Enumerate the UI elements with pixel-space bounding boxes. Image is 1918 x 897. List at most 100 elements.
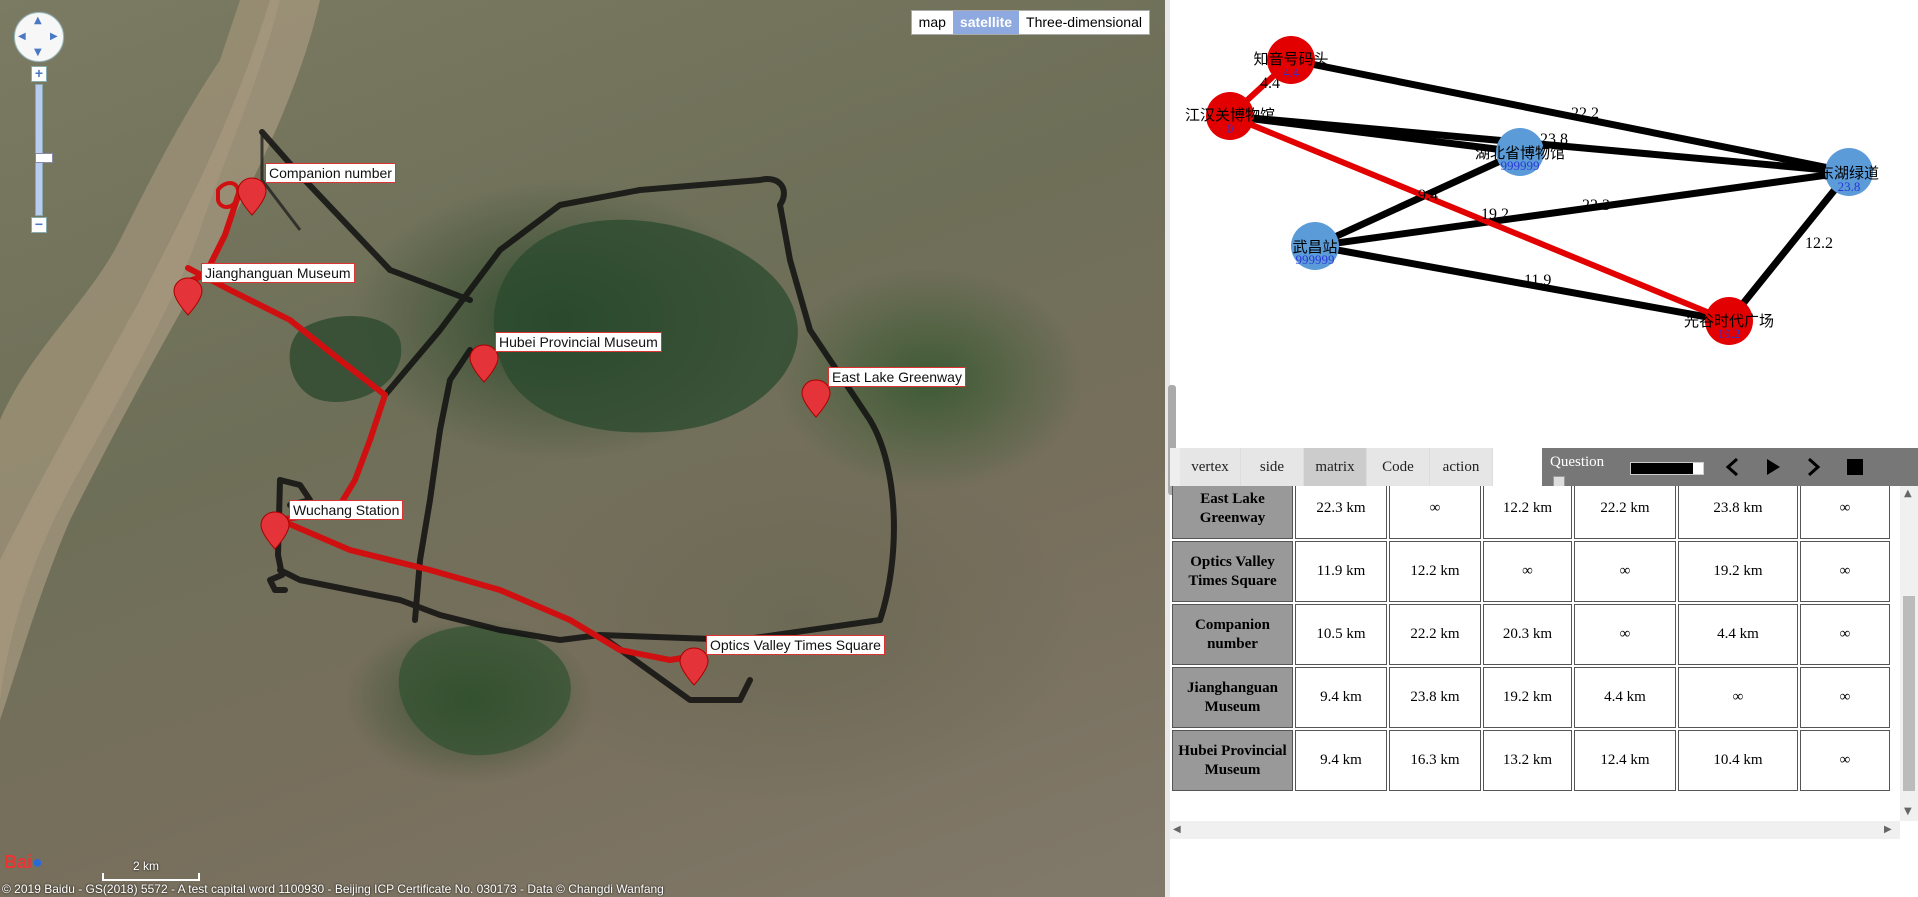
table-row: East Lake Greenway 22.3 km ∞ 12.2 km 22.… <box>1172 486 1890 539</box>
pin-eastlake[interactable] <box>801 379 831 418</box>
weight-wuchang-donghu: 22.3 <box>1582 197 1610 214</box>
tab-vertex[interactable]: vertex <box>1180 448 1241 486</box>
node-value-wuchang: 999999 <box>1296 252 1335 267</box>
satellite-map[interactable]: ▲ ▼ ◀ ▶ + − map satellite Three-dimensio… <box>0 0 1165 897</box>
matrix-cell: 12.2 km <box>1483 486 1572 539</box>
zoom-in-button[interactable]: + <box>31 66 47 82</box>
node-value-guanggu: 19.2 <box>1718 326 1741 341</box>
node-value-jhg: 0 <box>1227 121 1234 136</box>
scroll-left-icon[interactable]: ◀ <box>1173 824 1181 835</box>
matrix-cell: 22.2 km <box>1389 604 1481 665</box>
toolbar: vertex side matrix Code action Question <box>1170 448 1918 488</box>
weight-donghu-guanggu: 12.2 <box>1805 235 1833 252</box>
tab-side[interactable]: side <box>1241 448 1304 486</box>
table-row: Jianghanguan Museum 9.4 km 23.8 km 19.2 … <box>1172 667 1890 728</box>
pin-companion[interactable] <box>237 177 267 216</box>
pan-down-icon[interactable]: ▼ <box>34 47 42 58</box>
scale-bar <box>102 873 200 881</box>
play-icon[interactable] <box>1762 456 1784 478</box>
node-values: 4.4 0 999999 23.8 999999 19.2 <box>1227 65 1861 341</box>
tab-action[interactable]: action <box>1430 448 1493 486</box>
matrix-cell: 10.4 km <box>1678 730 1798 791</box>
graph-view: 4.4 22.2 23.8 9.4 19.2 22.3 11.9 12.2 知音… <box>1185 36 1879 345</box>
stop-icon[interactable] <box>1844 456 1866 478</box>
zoom-slider[interactable] <box>35 84 53 216</box>
matrix-cell: ∞ <box>1800 730 1890 791</box>
map-overlay <box>0 0 897 897</box>
graph-nodes <box>1206 36 1873 345</box>
matrix-cell: 4.4 km <box>1574 667 1676 728</box>
matrix-cell: 22.2 km <box>1574 486 1676 539</box>
matrix-cell: 11.9 km <box>1295 541 1387 602</box>
scale-label: 2 km <box>133 859 160 873</box>
matrix-cell: 10.5 km <box>1295 604 1387 665</box>
distance-matrix: East Lake Greenway 22.3 km ∞ 12.2 km 22.… <box>1170 486 1902 821</box>
matrix-cell: ∞ <box>1678 667 1798 728</box>
label-wuchang[interactable]: Wuchang Station <box>289 500 404 520</box>
weight-wuchang-guanggu: 11.9 <box>1524 272 1551 289</box>
question-progress[interactable] <box>1630 462 1704 475</box>
label-optics[interactable]: Optics Valley Times Square <box>706 635 885 655</box>
matrix-cell: ∞ <box>1800 541 1890 602</box>
matrix-cell: 9.4 km <box>1295 667 1387 728</box>
matrix-horizontal-scrollbar[interactable]: ◀ ▶ <box>1170 821 1900 839</box>
row-header: Companion number <box>1172 604 1293 665</box>
matrix-table: East Lake Greenway 22.3 km ∞ 12.2 km 22.… <box>1170 486 1892 793</box>
pan-up-icon[interactable]: ▲ <box>34 15 42 26</box>
label-eastlake[interactable]: East Lake Greenway <box>828 367 966 387</box>
edge-wuchang-guanggu[interactable] <box>1311 242 1733 325</box>
baidu-logo: Bai● <box>4 852 43 872</box>
edge-weights: 4.4 22.2 23.8 9.4 19.2 22.3 11.9 12.2 <box>1260 75 1833 289</box>
scroll-up-icon[interactable]: ▲ <box>1904 488 1912 499</box>
matrix-cell: ∞ <box>1800 667 1890 728</box>
table-row: Hubei Provincial Museum 9.4 km 16.3 km 1… <box>1172 730 1890 791</box>
satellite-mode-button[interactable]: satellite <box>952 11 1020 34</box>
matrix-cell: ∞ <box>1574 604 1676 665</box>
matrix-cell: 19.2 km <box>1678 541 1798 602</box>
pan-control[interactable]: ▲ ▼ ◀ ▶ <box>14 12 64 62</box>
3d-mode-button[interactable]: Three-dimensional <box>1019 11 1149 34</box>
pan-right-icon[interactable]: ▶ <box>50 31 58 42</box>
matrix-cell: ∞ <box>1800 604 1890 665</box>
matrix-cell: ∞ <box>1389 486 1481 539</box>
matrix-cell: 13.2 km <box>1483 730 1572 791</box>
matrix-vertical-scrollbar[interactable]: ▲ ▼ <box>1900 486 1918 821</box>
label-companion[interactable]: Companion number <box>265 163 396 183</box>
question-label: Question <box>1550 454 1605 470</box>
tab-matrix[interactable]: matrix <box>1304 448 1367 486</box>
tab-spacer <box>1493 448 1542 486</box>
matrix-cell: ∞ <box>1800 486 1890 539</box>
pin-optics[interactable] <box>679 647 709 686</box>
edge-zhiyin-donghu[interactable] <box>1287 56 1853 176</box>
question-controls: Question <box>1542 448 1918 488</box>
label-hubei[interactable]: Hubei Provincial Museum <box>495 332 662 352</box>
matrix-cell: 23.8 km <box>1678 486 1798 539</box>
next-icon[interactable] <box>1802 456 1824 478</box>
east-lake <box>493 219 798 433</box>
pin-wuchang[interactable] <box>260 511 290 550</box>
matrix-cell: 22.3 km <box>1295 486 1387 539</box>
table-row: Companion number 10.5 km 22.2 km 20.3 km… <box>1172 604 1890 665</box>
matrix-cell: ∞ <box>1483 541 1572 602</box>
matrix-cell: 19.2 km <box>1483 667 1572 728</box>
node-value-hubei: 999999 <box>1501 158 1540 173</box>
scroll-thumb[interactable] <box>1903 596 1915 791</box>
matrix-cell: 4.4 km <box>1678 604 1798 665</box>
previous-icon[interactable] <box>1722 456 1744 478</box>
tab-code[interactable]: Code <box>1367 448 1430 486</box>
scroll-right-icon[interactable]: ▶ <box>1884 824 1892 835</box>
weight-wuchang-hubei: 9.4 <box>1418 187 1438 204</box>
pan-left-icon[interactable]: ◀ <box>18 31 26 42</box>
weight-jhg-guanggu: 19.2 <box>1481 206 1509 223</box>
pin-hubei[interactable] <box>469 344 499 383</box>
weight-zhiyin-donghu: 22.2 <box>1571 105 1599 122</box>
label-jianghanguan[interactable]: Jianghanguan Museum <box>201 263 355 283</box>
map-type-switch: map satellite Three-dimensional <box>910 10 1150 35</box>
matrix-cell: 12.4 km <box>1574 730 1676 791</box>
row-header: Optics Valley Times Square <box>1172 541 1293 602</box>
scroll-down-icon[interactable]: ▼ <box>1904 806 1912 817</box>
zoom-handle[interactable] <box>35 153 53 163</box>
node-value-zhiyin: 4.4 <box>1283 65 1300 80</box>
map-mode-button[interactable]: map <box>912 11 953 34</box>
zoom-out-button[interactable]: − <box>31 217 47 233</box>
